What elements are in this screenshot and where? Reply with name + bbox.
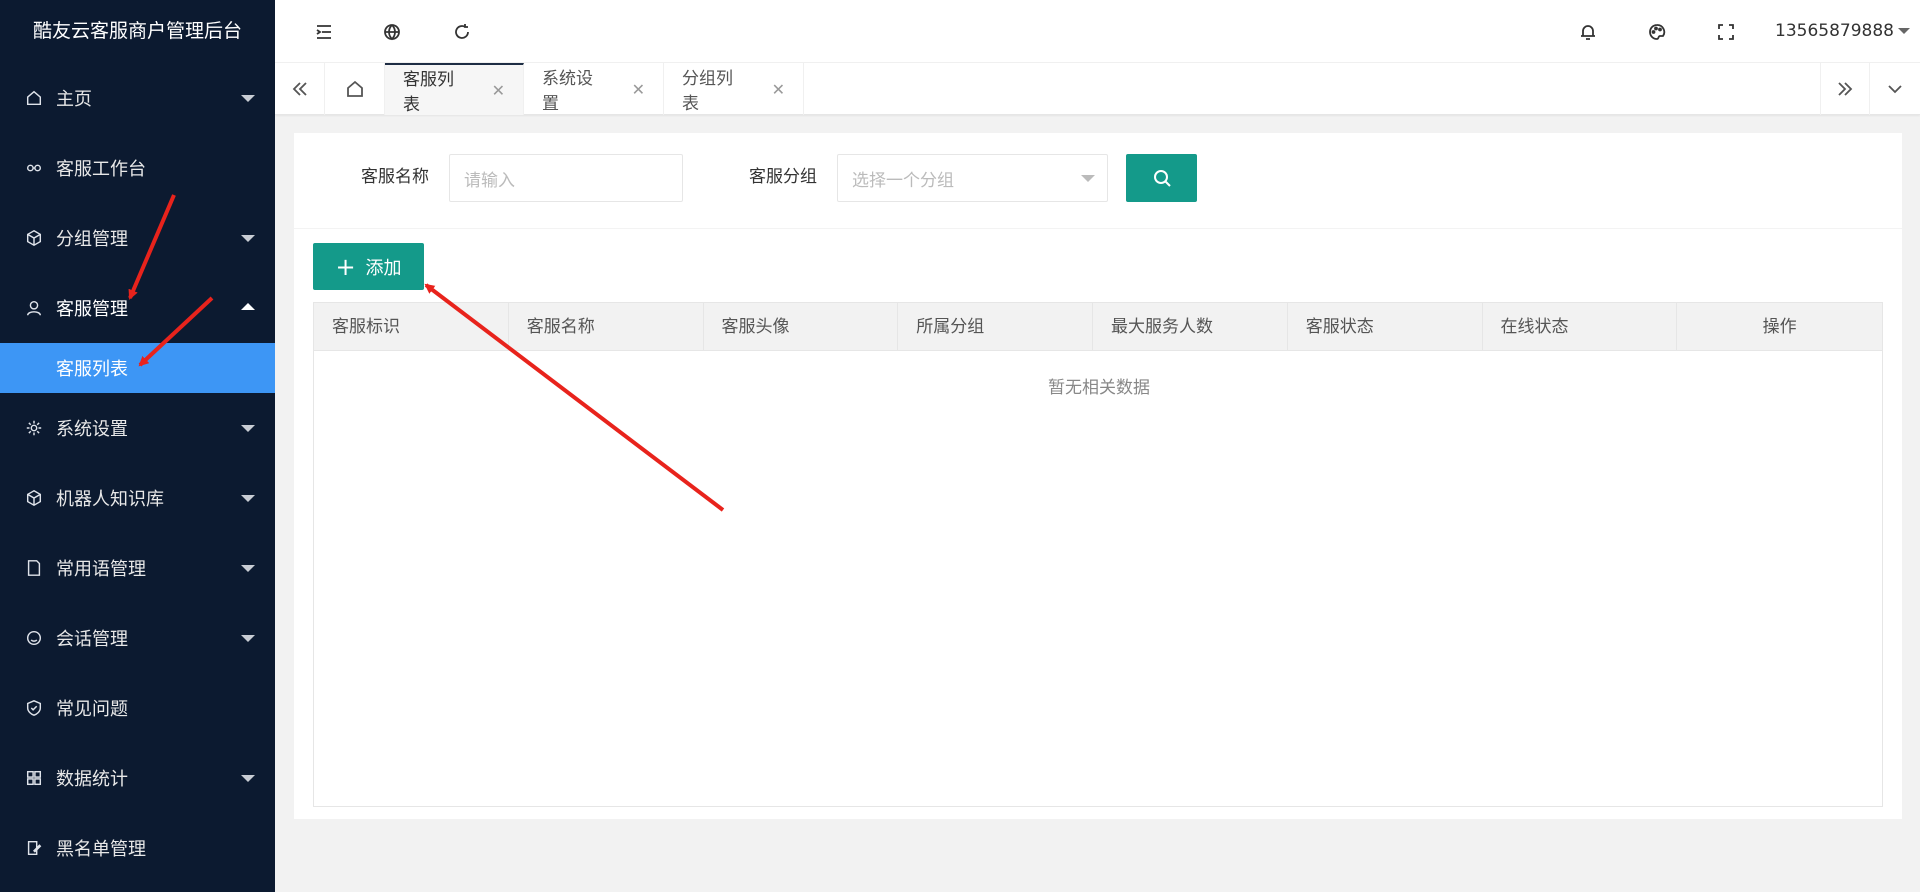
smile-icon — [24, 628, 44, 648]
chevron-down-icon — [241, 565, 255, 572]
sidebar-item-robot-kb[interactable]: 机器人知识库 — [0, 463, 275, 533]
sidebar-item-blacklist[interactable]: 黑名单管理 — [0, 813, 275, 883]
sidebar-item-label: 数据统计 — [56, 769, 128, 790]
column-header: 客服头像 — [704, 303, 899, 351]
sidebar: 酷友云客服商户管理后台 主页 客服工作台 分组管理 客服管理 客服列表 系统设置… — [0, 0, 275, 892]
tab-group-list[interactable]: 分组列表 ✕ — [664, 63, 804, 115]
home-tab-icon[interactable] — [325, 63, 385, 115]
refresh-icon[interactable] — [450, 20, 474, 44]
home-icon — [24, 88, 44, 108]
column-header: 客服状态 — [1288, 303, 1483, 351]
sidebar-item-label: 客服工作台 — [56, 159, 146, 180]
tabs-scroll-right-icon[interactable] — [1820, 63, 1870, 115]
sidebar-item-label: 会话管理 — [56, 629, 128, 650]
app-title: 酷友云客服商户管理后台 — [32, 20, 242, 42]
user-icon — [24, 298, 44, 318]
close-icon[interactable]: ✕ — [492, 81, 505, 100]
username: 13565879888 — [1775, 21, 1894, 41]
chevron-down-icon — [1898, 28, 1910, 34]
sidebar-item-faq[interactable]: 常见问题 — [0, 673, 275, 743]
tab-system-settings[interactable]: 系统设置 ✕ — [524, 63, 664, 115]
add-label: 添加 — [365, 257, 402, 279]
add-agent-button[interactable]: + 添加 — [313, 243, 424, 290]
chevron-down-icon — [241, 775, 255, 782]
agent-table: 客服标识 客服名称 客服头像 所属分组 最大服务人数 客服状态 在线状态 操作 … — [313, 302, 1883, 807]
close-icon[interactable]: ✕ — [772, 80, 785, 99]
sidebar-item-label: 常见问题 — [56, 699, 128, 720]
top-header: 13565879888 — [275, 0, 1920, 63]
agent-group-placeholder: 选择一个分组 — [852, 170, 954, 191]
note-icon — [24, 558, 44, 578]
edit-icon — [24, 838, 44, 858]
content-card: 客服名称 请输入 客服分组 选择一个分组 + 添加 客服标识 客服名称 客服头像… — [294, 133, 1902, 819]
agent-name-input[interactable]: 请输入 — [449, 154, 683, 202]
shield-icon — [24, 698, 44, 718]
sidebar-item-home[interactable]: 主页 — [0, 63, 275, 133]
sidebar-subitem-agent-list[interactable]: 客服列表 — [0, 343, 275, 393]
bell-icon[interactable] — [1576, 20, 1600, 44]
sidebar-item-groups[interactable]: 分组管理 — [0, 203, 275, 273]
sidebar-item-label: 客服管理 — [56, 299, 128, 320]
chevron-down-icon — [241, 495, 255, 502]
column-header: 最大服务人数 — [1093, 303, 1288, 351]
sidebar-item-settings[interactable]: 系统设置 — [0, 393, 275, 463]
menu-collapse-icon[interactable] — [312, 20, 336, 44]
filter-row: 客服名称 请输入 客服分组 选择一个分组 — [294, 133, 1902, 229]
tabs-menu-chevron-down-icon[interactable] — [1870, 63, 1920, 115]
search-button[interactable] — [1126, 154, 1197, 202]
user-menu[interactable]: 13565879888 — [1775, 0, 1912, 63]
sidebar-item-phrases[interactable]: 常用语管理 — [0, 533, 275, 603]
chevron-down-icon — [241, 95, 255, 102]
sidebar-item-label: 系统设置 — [56, 419, 128, 440]
gear-icon — [24, 418, 44, 438]
chevron-down-icon — [241, 635, 255, 642]
agent-name-label: 客服名称 — [361, 167, 429, 187]
tab-agent-list[interactable]: 客服列表 ✕ — [385, 63, 524, 115]
chevron-down-icon — [1081, 175, 1095, 182]
column-header: 客服名称 — [509, 303, 704, 351]
search-icon — [1153, 170, 1171, 187]
cube-icon — [24, 228, 44, 248]
tabs-scroll-left-icon[interactable] — [275, 63, 325, 115]
sidebar-item-statistics[interactable]: 数据统计 — [0, 743, 275, 813]
agent-name-placeholder: 请输入 — [464, 170, 515, 191]
sidebar-item-sessions[interactable]: 会话管理 — [0, 603, 275, 673]
palette-icon[interactable] — [1645, 20, 1669, 44]
sidebar-item-workbench[interactable]: 客服工作台 — [0, 133, 275, 203]
sidebar-item-label: 分组管理 — [56, 229, 128, 250]
cube-icon — [24, 488, 44, 508]
column-header: 操作 — [1762, 317, 1797, 337]
agent-group-select[interactable]: 选择一个分组 — [837, 154, 1108, 202]
column-header: 客服标识 — [314, 303, 509, 351]
sidebar-item-agents[interactable]: 客服管理 — [0, 273, 275, 343]
tab-label: 客服列表 — [403, 70, 454, 115]
sidebar-item-label: 常用语管理 — [56, 559, 146, 580]
globe-icon[interactable] — [380, 20, 404, 44]
empty-state-text: 暂无相关数据 — [1048, 378, 1150, 398]
chevron-down-icon — [241, 425, 255, 432]
agent-group-label: 客服分组 — [749, 167, 817, 187]
link-icon — [24, 158, 44, 178]
fullscreen-icon[interactable] — [1714, 20, 1738, 44]
grid-icon — [24, 768, 44, 788]
table-header: 客服标识 客服名称 客服头像 所属分组 最大服务人数 客服状态 在线状态 操作 — [314, 303, 1882, 351]
tab-label: 系统设置 — [542, 69, 593, 114]
tab-label: 分组列表 — [682, 69, 733, 114]
sidebar-item-label: 黑名单管理 — [56, 839, 146, 860]
plus-icon: + — [335, 252, 356, 281]
sidebar-item-label: 主页 — [56, 89, 92, 110]
sidebar-item-label: 机器人知识库 — [56, 489, 164, 510]
chevron-down-icon — [241, 235, 255, 242]
close-icon[interactable]: ✕ — [632, 80, 645, 99]
column-header: 所属分组 — [898, 303, 1093, 351]
tab-bar: 客服列表 ✕ 系统设置 ✕ 分组列表 ✕ — [275, 63, 1920, 115]
chevron-up-icon — [241, 303, 255, 310]
column-header: 在线状态 — [1483, 303, 1678, 351]
